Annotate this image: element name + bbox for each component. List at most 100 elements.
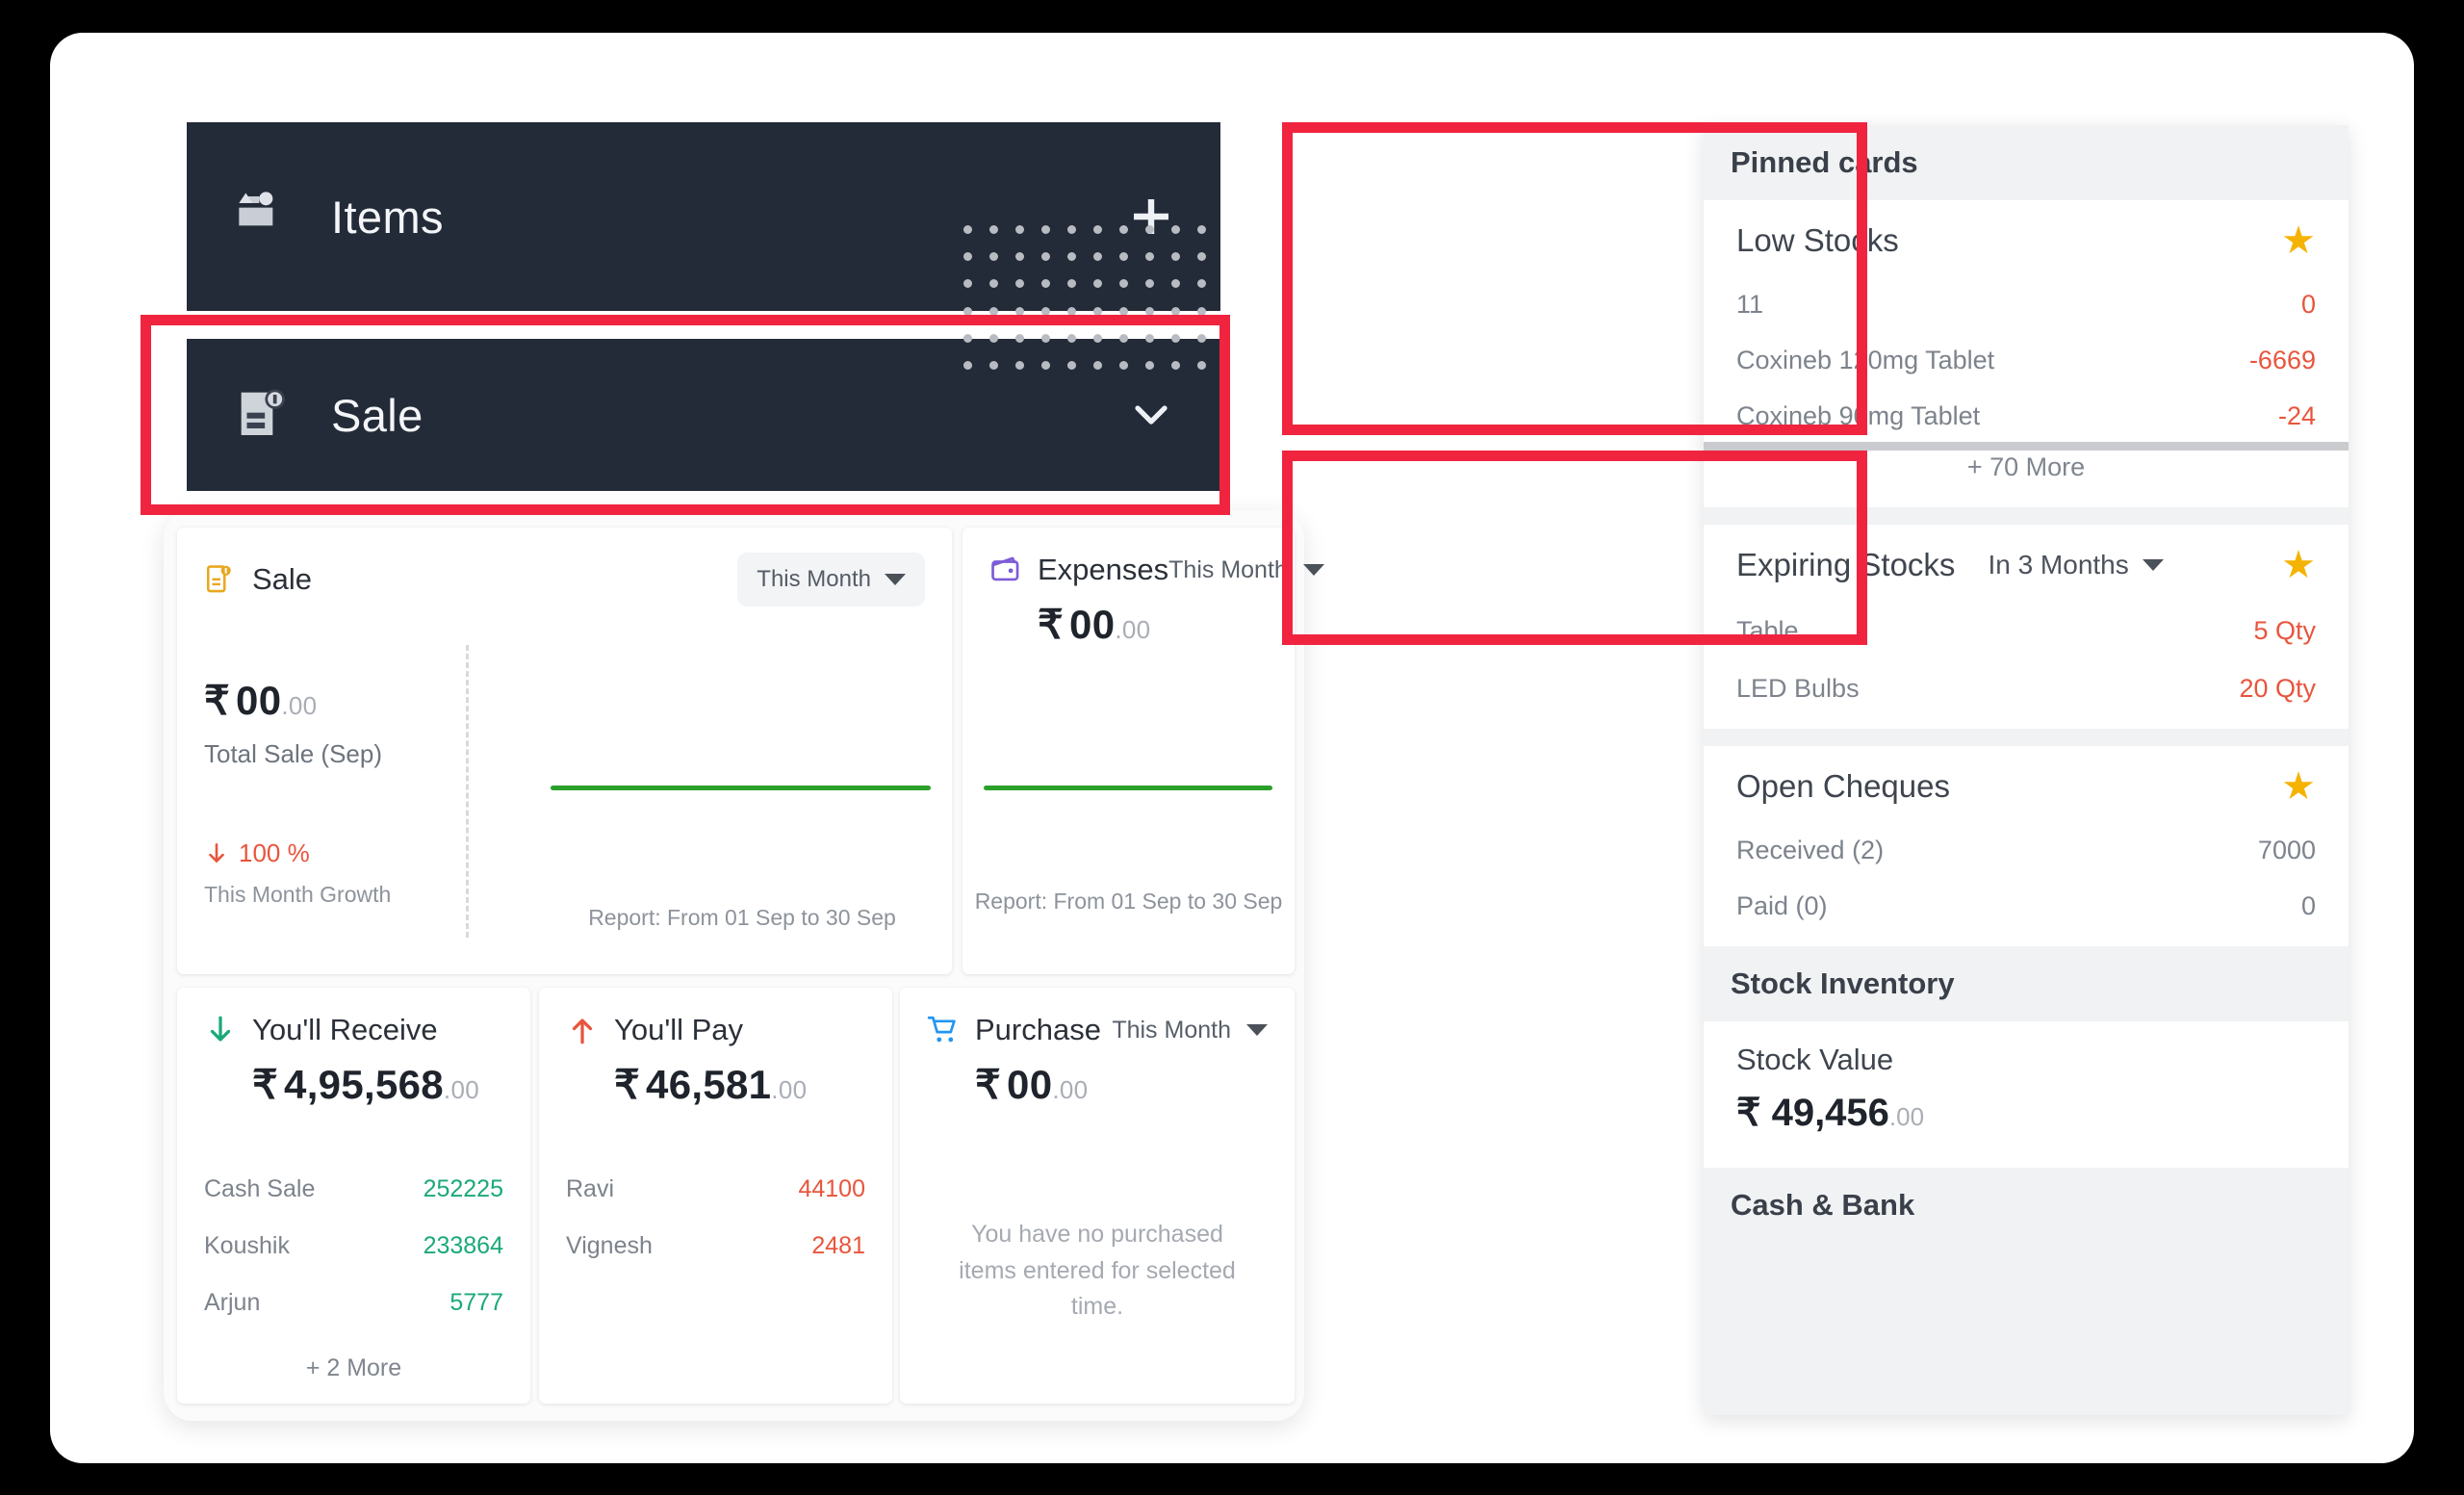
dashboard-board: Sale This Month ₹00.00 Total Sale (Sep) bbox=[164, 510, 1324, 1421]
shopping-cart-icon bbox=[927, 1016, 956, 1043]
party-name: Arjun bbox=[204, 1289, 261, 1316]
wallet-icon bbox=[991, 556, 1019, 581]
expiring-item-qty: 5 Qty bbox=[2253, 616, 2316, 645]
sale-metrics: ₹00.00 Total Sale (Sep) 100 % This Month… bbox=[204, 677, 445, 908]
list-item[interactable]: Paid (0) 0 bbox=[1736, 879, 2316, 921]
currency-symbol: ₹ bbox=[975, 1062, 1002, 1107]
app-canvas: Items Sale Sale This Month ₹ 00.00 Total… bbox=[50, 33, 2414, 1463]
list-item[interactable]: Table 5 Qty bbox=[1736, 604, 2316, 646]
party-name: Ravi bbox=[566, 1175, 615, 1202]
open-cheques-card: Open Cheques ★ Received (2) 7000 Paid (0… bbox=[1704, 746, 2348, 946]
nav-sale-label: Sale bbox=[331, 389, 424, 441]
purchase-period-label: This Month bbox=[1112, 1016, 1231, 1044]
sale-amount-main: 00 bbox=[236, 678, 282, 723]
currency-symbol: ₹ bbox=[1736, 1092, 1761, 1134]
star-icon[interactable]: ★ bbox=[2281, 767, 2316, 806]
expiring-stocks-card: Expiring Stocks In 3 Months ★ Table 5 Qt… bbox=[1704, 525, 2348, 729]
pinned-cards-header: Pinned cards bbox=[1704, 125, 2348, 200]
stock-value-decimal: .00 bbox=[1888, 1102, 1925, 1131]
list-item[interactable]: 11 0 bbox=[1736, 277, 2316, 320]
receive-card-header: You'll Receive bbox=[177, 988, 530, 1047]
currency-symbol: ₹ bbox=[252, 1062, 279, 1107]
items-box-icon bbox=[239, 192, 273, 226]
low-stocks-title: Low Stocks bbox=[1736, 222, 1899, 258]
currency-symbol: ₹ bbox=[204, 678, 231, 723]
list-item[interactable]: Arjun 5777 bbox=[204, 1275, 503, 1331]
panel-divider bbox=[1704, 507, 2348, 525]
party-amount: 5777 bbox=[449, 1289, 503, 1316]
star-icon[interactable]: ★ bbox=[2281, 221, 2316, 260]
chevron-down-icon bbox=[1246, 1024, 1268, 1036]
party-amount: 44100 bbox=[798, 1175, 865, 1202]
pay-card-header: You'll Pay bbox=[539, 988, 892, 1047]
receive-amount-decimal: .00 bbox=[443, 1075, 479, 1104]
expiring-period-dropdown[interactable]: In 3 Months bbox=[1988, 550, 2164, 580]
stock-qty: 0 bbox=[2300, 290, 2316, 319]
pay-amount-main: 46,581 bbox=[646, 1062, 772, 1107]
expiring-stocks-header: Expiring Stocks In 3 Months ★ bbox=[1736, 546, 2316, 584]
screenshot-frame: Items Sale Sale This Month ₹ 00.00 Total… bbox=[0, 0, 2464, 1495]
expiring-item-name: Table bbox=[1736, 616, 1799, 645]
party-name: Cash Sale bbox=[204, 1175, 316, 1202]
sale-growth: 100 % bbox=[204, 838, 445, 868]
receive-rows: Cash Sale 252225 Koushik 233864 Arjun 57… bbox=[204, 1161, 503, 1331]
chevron-down-icon bbox=[1302, 564, 1324, 576]
stock-name: 11 bbox=[1736, 290, 1764, 319]
sale-invoice-icon bbox=[241, 389, 285, 435]
cheque-amount: 0 bbox=[2300, 891, 2316, 920]
list-item[interactable]: LED Bulbs 20 Qty bbox=[1736, 661, 2316, 704]
expenses-report-range: Report: From 01 Sep to 30 Sep bbox=[974, 889, 1283, 914]
expenses-period-dropdown[interactable]: This Month bbox=[1168, 556, 1324, 584]
expenses-amount-main: 00 bbox=[1069, 602, 1116, 647]
cheque-label: Paid (0) bbox=[1736, 891, 1828, 920]
purchase-empty-message: You have no purchased items entered for … bbox=[959, 1221, 1236, 1320]
list-item[interactable]: Vignesh 2481 bbox=[566, 1218, 865, 1275]
stock-value-card[interactable]: Stock Value ₹ 49,456.00 bbox=[1704, 1021, 2348, 1168]
party-amount: 233864 bbox=[423, 1232, 503, 1259]
panel-scroll-indicator[interactable] bbox=[1704, 442, 2348, 451]
purchase-card-header: Purchase This Month bbox=[900, 988, 1295, 1047]
receive-amount-main: 4,95,568 bbox=[284, 1062, 444, 1107]
purchase-amount-main: 00 bbox=[1007, 1062, 1053, 1107]
receive-more-link[interactable]: + 2 More bbox=[177, 1354, 530, 1382]
cash-bank-header: Cash & Bank bbox=[1704, 1168, 2348, 1243]
payables-card: You'll Pay ₹46,581.00 Ravi 44100 Vignesh… bbox=[539, 988, 892, 1404]
panel-divider bbox=[1704, 729, 2348, 746]
low-stocks-more-link[interactable]: + 70 More bbox=[1736, 431, 2316, 482]
purchase-summary-card: Purchase This Month ₹00.00 You have no p… bbox=[900, 988, 1295, 1404]
arrow-up-icon bbox=[572, 1018, 593, 1044]
stock-name: Coxineb 90mg Tablet bbox=[1736, 401, 1981, 430]
arrow-down-icon bbox=[210, 1016, 231, 1042]
list-item[interactable]: Ravi 44100 bbox=[566, 1161, 865, 1218]
cheque-label: Received (2) bbox=[1736, 836, 1885, 864]
receive-amount: ₹4,95,568.00 bbox=[252, 1061, 479, 1108]
expenses-amount: ₹00.00 bbox=[1038, 601, 1150, 648]
list-item[interactable]: Coxineb 120mg Tablet -6669 bbox=[1736, 333, 2316, 375]
list-item[interactable]: Received (2) 7000 bbox=[1736, 823, 2316, 865]
party-amount: 2481 bbox=[811, 1232, 865, 1259]
expenses-card-title: Expenses bbox=[1038, 553, 1169, 586]
open-cheques-header: Open Cheques ★ bbox=[1736, 767, 2316, 806]
sale-report-range: Report: From 01 Sep to 30 Sep bbox=[588, 905, 896, 930]
expiring-period-label: In 3 Months bbox=[1988, 550, 2129, 580]
chevron-down-icon[interactable] bbox=[1128, 392, 1174, 438]
cheque-amount: 7000 bbox=[2257, 836, 2316, 864]
list-item[interactable]: Koushik 233864 bbox=[204, 1218, 503, 1275]
sale-amount-decimal: .00 bbox=[281, 691, 318, 720]
expenses-summary-card: Expenses This Month ₹00.00 Report: From … bbox=[962, 528, 1324, 974]
list-item[interactable]: Cash Sale 252225 bbox=[204, 1161, 503, 1218]
purchase-period-dropdown[interactable]: This Month bbox=[1112, 1017, 1268, 1044]
decorative-dot-grid bbox=[955, 216, 1215, 379]
purchase-amount-decimal: .00 bbox=[1052, 1075, 1089, 1104]
stock-value-main: 49,456 bbox=[1771, 1092, 1889, 1134]
expenses-trend-line bbox=[984, 786, 1272, 790]
low-stocks-header: Low Stocks ★ bbox=[1736, 221, 2316, 260]
sale-card-body: ₹00.00 Total Sale (Sep) 100 % This Month… bbox=[177, 528, 952, 974]
stock-value-label: Stock Value bbox=[1736, 1043, 1894, 1076]
stock-inventory-header: Stock Inventory bbox=[1704, 946, 2348, 1021]
expenses-period-label: This Month bbox=[1168, 555, 1288, 583]
sale-summary-card: Sale This Month ₹00.00 Total Sale (Sep) bbox=[177, 528, 952, 974]
star-icon[interactable]: ★ bbox=[2281, 546, 2316, 584]
receive-card-title: You'll Receive bbox=[252, 1013, 438, 1046]
list-item[interactable]: Coxineb 90mg Tablet -24 bbox=[1736, 389, 2316, 431]
